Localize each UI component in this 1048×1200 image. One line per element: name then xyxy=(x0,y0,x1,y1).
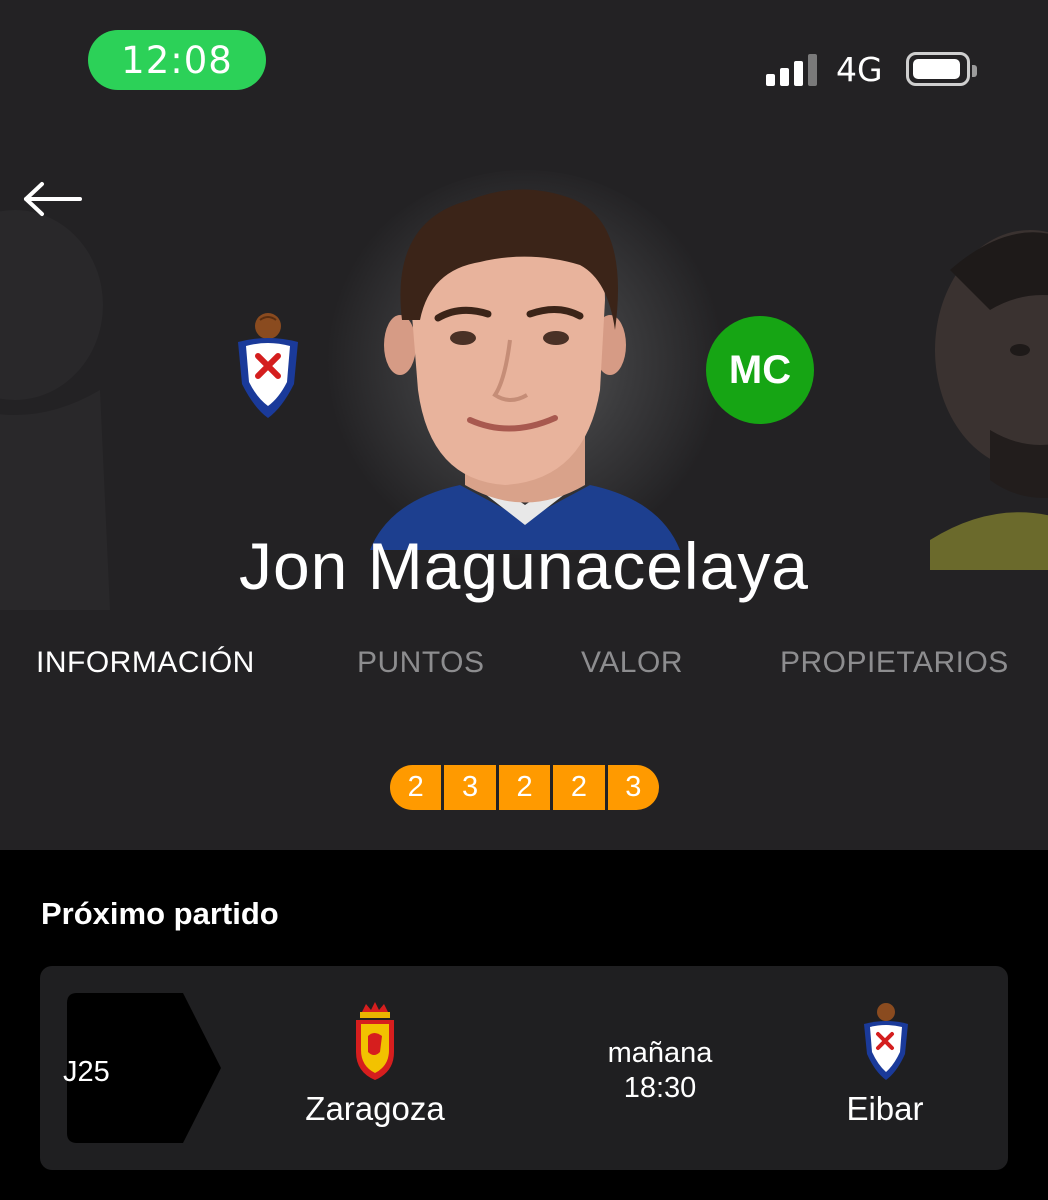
home-team-name: Zaragoza xyxy=(305,1090,445,1127)
tab-bar: INFORMACIÓN PUNTOS VALOR PROPIETARIOS xyxy=(0,646,1048,690)
recent-points-cell: 3 xyxy=(604,765,659,810)
next-player-portrait[interactable] xyxy=(930,210,1048,570)
recent-points-cell: 2 xyxy=(495,765,551,810)
status-time: 12:08 xyxy=(88,30,266,90)
recent-points-cell: 2 xyxy=(390,765,442,810)
round-label: J25 xyxy=(63,1056,110,1088)
network-type: 4G xyxy=(836,50,883,89)
eibar-crest-icon xyxy=(864,1003,908,1080)
recent-points-strip: 2 3 2 2 3 xyxy=(390,765,659,810)
cellular-signal-icon xyxy=(766,54,817,86)
tab-informacion[interactable]: INFORMACIÓN xyxy=(36,646,255,680)
away-team-name: Eibar xyxy=(846,1090,924,1127)
next-match-title: Próximo partido xyxy=(41,896,279,931)
kickoff-time: 18:30 xyxy=(623,1072,697,1104)
player-photo xyxy=(370,189,680,550)
back-arrow-icon[interactable] xyxy=(22,176,84,222)
player-header: 12:08 4G MC Jon Magunacelaya INFORMACIÓN… xyxy=(0,0,1048,850)
club-crest-icon xyxy=(238,313,298,418)
zaragoza-crest-icon xyxy=(356,1002,394,1080)
kickoff-day: mañana xyxy=(607,1037,713,1069)
kickoff-info: mañana 18:30 xyxy=(570,1036,750,1106)
recent-points-cell: 2 xyxy=(550,765,605,810)
tab-valor[interactable]: VALOR xyxy=(581,646,683,680)
battery-icon xyxy=(906,52,977,86)
tab-puntos[interactable]: PUNTOS xyxy=(357,646,484,680)
player-name: Jon Magunacelaya xyxy=(238,529,810,603)
position-badge: MC xyxy=(706,316,814,424)
tab-propietarios[interactable]: PROPIETARIOS xyxy=(780,646,1009,680)
recent-points-cell: 3 xyxy=(441,765,496,810)
